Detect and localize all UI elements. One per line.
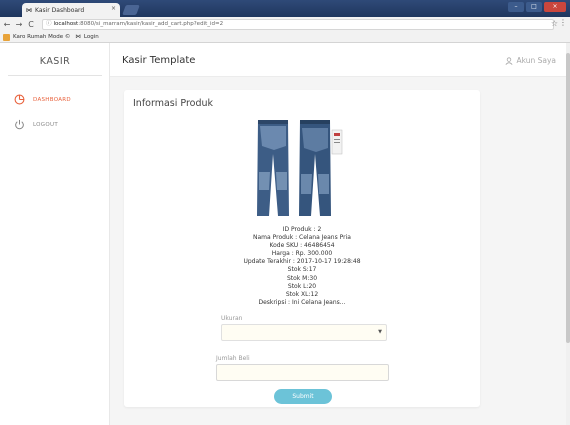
card-title: Informasi Produk [133,98,214,109]
size-select[interactable]: ▼ [221,324,387,341]
forward-arrow-icon[interactable]: → [14,20,24,29]
product-image [257,120,343,216]
user-icon [505,56,513,65]
info-line: Stok XL:12 [285,290,319,298]
url-path: :8080/si_marram/kasir/kasir_add_cart.php… [78,21,224,27]
page-title: Kasir Template [122,55,196,66]
browser-menu-icon[interactable]: ⋮ [559,18,567,27]
scrollbar-thumb[interactable] [566,53,570,343]
tab-title: Kasir Dashboard [35,6,85,14]
quantity-input[interactable] [216,364,389,381]
info-line: Nama Produk : Celana Jeans Pria [253,234,351,242]
brand-title: KASIR [39,56,71,67]
bookmark-login-icon: ⋈ [75,34,81,40]
info-line: Stok L:20 [287,282,317,290]
bookmark-star-icon[interactable]: ☆ [551,19,558,28]
site-info-icon[interactable]: ⓘ [46,21,52,27]
account-menu[interactable]: Akun Saya [505,56,556,65]
browser-tab-bar: ⋈ Kasir Dashboard × – □ × [0,0,570,17]
back-arrow-icon[interactable]: ← [2,20,12,29]
product-info: ID Produk : 2 Nama Produk : Celana Jeans… [124,226,480,307]
info-line: Harga : Rp. 300.000 [271,250,333,258]
maximize-button[interactable]: □ [526,2,542,12]
top-bar: Kasir Template Akun Saya [110,43,570,77]
brand-divider [8,75,102,76]
product-card: Informasi Produk ID Produk : 2 Nama Prod… [124,90,480,407]
submit-button[interactable]: Submit [274,389,332,404]
bookmark-item[interactable]: Login [84,34,99,40]
tab-close-icon[interactable]: × [111,5,116,12]
info-line: ID Produk : 2 [282,226,322,233]
main-area: Kasir Template Akun Saya Informasi Produ… [110,43,570,425]
info-line: Stok S:17 [287,266,317,274]
quantity-label: Jumlah Beli [216,355,250,362]
info-line: Update Terakhir : 2017-10-17 19:28:48 [243,258,361,266]
info-line: Stok M:30 [286,274,318,282]
sidebar: KASIR DASHBOARD LOGOUT [0,43,110,425]
page-scrollbar[interactable] [566,43,570,425]
sidebar-item-label: LOGOUT [33,121,58,128]
info-line: Kode SKU : 46486454 [269,242,335,250]
bookmarks-bar: Karo Rumah Mode © ⋈ Login [0,32,570,43]
sidebar-item-label: DASHBOARD [33,96,71,103]
caret-down-icon: ▼ [378,329,382,335]
minimize-button[interactable]: – [508,2,524,12]
url-host: localhost [53,21,79,27]
account-label: Akun Saya [516,56,556,65]
sidebar-item-logout[interactable]: LOGOUT [14,119,58,130]
tab-favicon-icon: ⋈ [26,6,32,14]
power-icon [15,119,24,130]
size-label: Ukuran [221,315,243,322]
new-tab-button[interactable] [122,5,140,15]
url-field[interactable]: ⓘ localhost:8080/si_marram/kasir/kasir_ad… [42,19,554,30]
window-close-button[interactable]: × [544,2,566,12]
info-line: Deskripsi : Ini Celana Jeans... [258,298,346,306]
reload-icon[interactable]: C [26,20,36,29]
bookmark-item[interactable]: Karo Rumah Mode © [13,34,70,40]
browser-tab[interactable]: ⋈ Kasir Dashboard × [22,3,120,17]
sidebar-item-dashboard[interactable]: DASHBOARD [14,94,71,105]
window-controls: – □ × [508,2,566,12]
bookmark-favicon-icon [3,33,10,41]
pie-chart-icon [14,94,25,105]
address-bar-row: ← → C ⓘ localhost:8080/si_marram/kasir/ka… [0,17,570,32]
